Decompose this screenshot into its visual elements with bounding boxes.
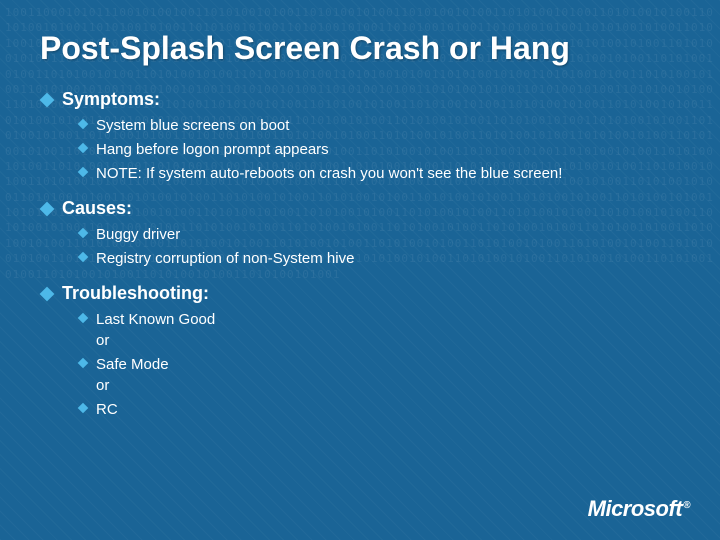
bullet-icon: [78, 403, 89, 414]
slide: Post-Splash Screen Crash or Hang Symptom…: [0, 0, 720, 540]
troubleshooting-bullet-diamond: [40, 287, 55, 302]
list-item: NOTE: If system auto-reboots on crash yo…: [78, 163, 680, 184]
bullet-icon: [78, 143, 89, 154]
troubleshooting-label: Troubleshooting:: [40, 283, 680, 304]
causes-label: Causes:: [40, 198, 680, 219]
troubleshooting-items: Last Known Good or Safe Mode or RC: [78, 309, 680, 420]
causes-items: Buggy driver Registry corruption of non-…: [78, 224, 680, 269]
symptoms-label: Symptoms:: [40, 89, 680, 110]
symptoms-bullet-diamond: [40, 93, 55, 108]
causes-section: Causes: Buggy driver Registry corruption…: [40, 198, 680, 269]
list-item: Safe Mode or: [78, 354, 680, 396]
symptoms-items: System blue screens on boot Hang before …: [78, 115, 680, 184]
bullet-icon: [78, 313, 89, 324]
microsoft-logo-text: Microsoft®: [588, 496, 690, 522]
slide-title: Post-Splash Screen Crash or Hang: [40, 30, 680, 67]
list-item: Registry corruption of non-System hive: [78, 248, 680, 269]
bullet-icon: [78, 358, 89, 369]
list-item: Hang before logon prompt appears: [78, 139, 680, 160]
bullet-icon: [78, 228, 89, 239]
microsoft-logo: Microsoft®: [588, 496, 690, 522]
bullet-icon: [78, 252, 89, 263]
list-item: RC: [78, 399, 680, 420]
list-item: Last Known Good or: [78, 309, 680, 351]
list-item: System blue screens on boot: [78, 115, 680, 136]
bullet-icon: [78, 167, 89, 178]
symptoms-section: Symptoms: System blue screens on boot Ha…: [40, 89, 680, 184]
list-item: Buggy driver: [78, 224, 680, 245]
causes-bullet-diamond: [40, 202, 55, 217]
troubleshooting-section: Troubleshooting: Last Known Good or Safe…: [40, 283, 680, 420]
bullet-icon: [78, 119, 89, 130]
